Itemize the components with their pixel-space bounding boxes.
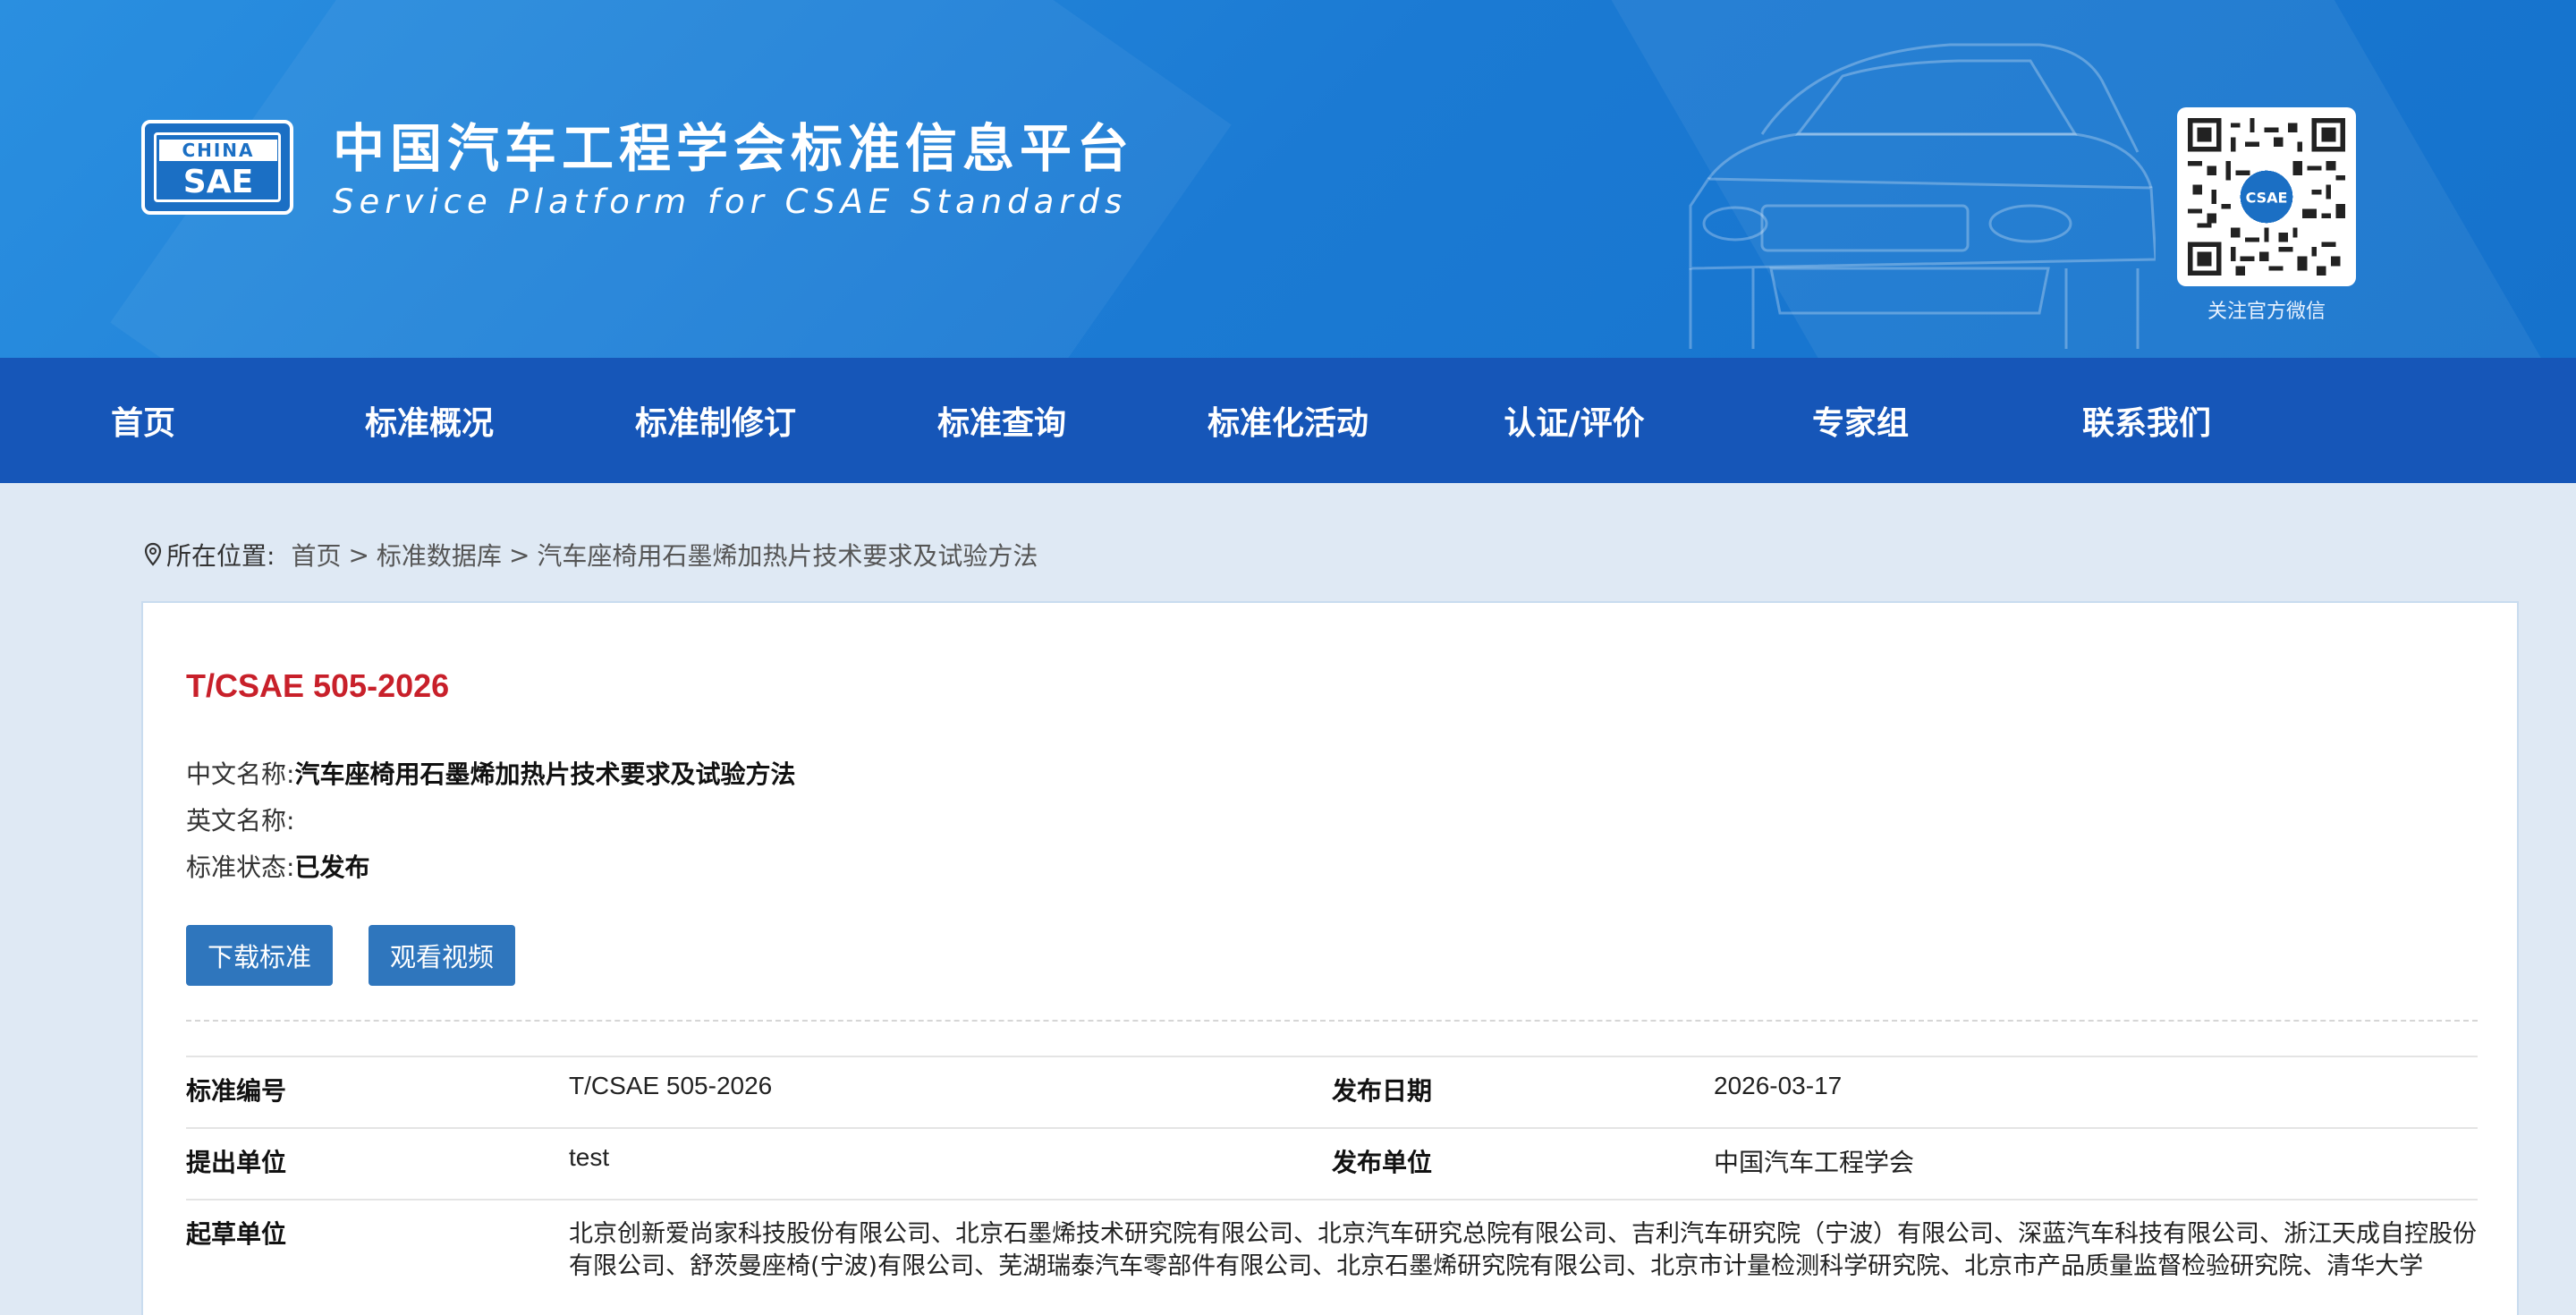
header-banner: CHINA SAE 中国汽车工程学会标准信息平台 Service Platfor… xyxy=(0,0,2576,358)
table-row: 标准编号 T/CSAE 505-2026 发布日期 2026-03-17 xyxy=(186,1056,2478,1127)
standard-code-title: T/CSAE 505-2026 xyxy=(186,667,450,704)
breadcrumb-label: 所在位置: xyxy=(166,541,275,571)
nav-item-overview[interactable]: 标准概况 xyxy=(286,358,572,483)
breadcrumb: 所在位置: 首页 > 标准数据库 > 汽车座椅用石墨烯加热片技术要求及试验方法 xyxy=(143,533,1038,576)
en-name-label: 英文名称: xyxy=(186,806,295,836)
drafters-value: 北京创新爱尚家科技股份有限公司、北京石墨烯技术研究院有限公司、北京汽车研究总院有… xyxy=(569,1220,2477,1280)
logo-sae-text: SAE xyxy=(182,164,254,200)
site-title: 中国汽车工程学会标准信息平台 xyxy=(333,118,1135,179)
cn-name-value: 汽车座椅用石墨烯加热片技术要求及试验方法 xyxy=(294,759,796,789)
nav-item-activities[interactable]: 标准化活动 xyxy=(1145,358,1431,483)
proposer-label: 提出单位 xyxy=(186,1148,287,1177)
proposer-value: test xyxy=(569,1143,610,1171)
site-subtitle: Service Platform for CSAE Standards xyxy=(333,182,1128,221)
table-row: 提出单位 test 发布单位 中国汽车工程学会 xyxy=(186,1127,2478,1199)
watch-video-button[interactable]: 观看视频 xyxy=(369,925,515,986)
breadcrumb-current: 汽车座椅用石墨烯加热片技术要求及试验方法 xyxy=(537,541,1038,571)
nav-item-contact[interactable]: 联系我们 xyxy=(2004,358,2290,483)
nav-item-revision[interactable]: 标准制修订 xyxy=(572,358,859,483)
nav-item-certification[interactable]: 认证/评价 xyxy=(1431,358,1717,483)
breadcrumb-separator: > xyxy=(508,539,530,570)
table-row: 起草单位 北京创新爱尚家科技股份有限公司、北京石墨烯技术研究院有限公司、北京汽车… xyxy=(186,1199,2478,1315)
qr-badge-text: CSAE xyxy=(2246,189,2288,206)
location-pin-icon xyxy=(144,542,162,566)
publisher-value: 中国汽车工程学会 xyxy=(1714,1148,1915,1177)
section-divider xyxy=(186,1020,2478,1022)
nav-item-experts[interactable]: 专家组 xyxy=(1717,358,2004,483)
nav-item-query[interactable]: 标准查询 xyxy=(859,358,1145,483)
publish-date-value: 2026-03-17 xyxy=(1714,1072,1843,1099)
drafters-label: 起草单位 xyxy=(186,1219,287,1249)
download-standard-button[interactable]: 下载标准 xyxy=(186,925,333,986)
csae-logo[interactable]: CHINA SAE xyxy=(141,120,293,215)
cn-name-row: 中文名称: 汽车座椅用石墨烯加热片技术要求及试验方法 xyxy=(186,755,795,791)
status-value: 已发布 xyxy=(294,853,370,882)
status-label: 标准状态: xyxy=(186,853,295,882)
std-number-value: T/CSAE 505-2026 xyxy=(569,1072,773,1099)
qr-caption: 关注官方微信 xyxy=(2207,301,2326,323)
details-table: 标准编号 T/CSAE 505-2026 发布日期 2026-03-17 提出单… xyxy=(186,1056,2478,1315)
status-row: 标准状态: 已发布 xyxy=(186,848,369,884)
qr-code-icon: CSAE xyxy=(2188,118,2345,276)
logo-china-text: CHINA xyxy=(159,140,277,161)
wechat-qr-code: CSAE xyxy=(2177,107,2356,286)
nav-item-home[interactable]: 首页 xyxy=(0,358,286,483)
publisher-label: 发布单位 xyxy=(1332,1148,1433,1177)
en-name-row: 英文名称: xyxy=(186,802,294,837)
breadcrumb-home-link[interactable]: 首页 xyxy=(291,537,341,573)
standard-detail-card: T/CSAE 505-2026 中文名称: 汽车座椅用石墨烯加热片技术要求及试验… xyxy=(141,601,2519,1315)
cn-name-label: 中文名称: xyxy=(186,759,295,789)
car-illustration xyxy=(1689,43,2156,349)
main-nav: 首页 标准概况 标准制修订 标准查询 标准化活动 认证/评价 专家组 联系我们 xyxy=(0,358,2576,483)
breadcrumb-database-link[interactable]: 标准数据库 xyxy=(377,537,502,573)
std-number-label: 标准编号 xyxy=(186,1076,287,1106)
publish-date-label: 发布日期 xyxy=(1332,1076,1433,1106)
breadcrumb-separator: > xyxy=(348,539,369,570)
